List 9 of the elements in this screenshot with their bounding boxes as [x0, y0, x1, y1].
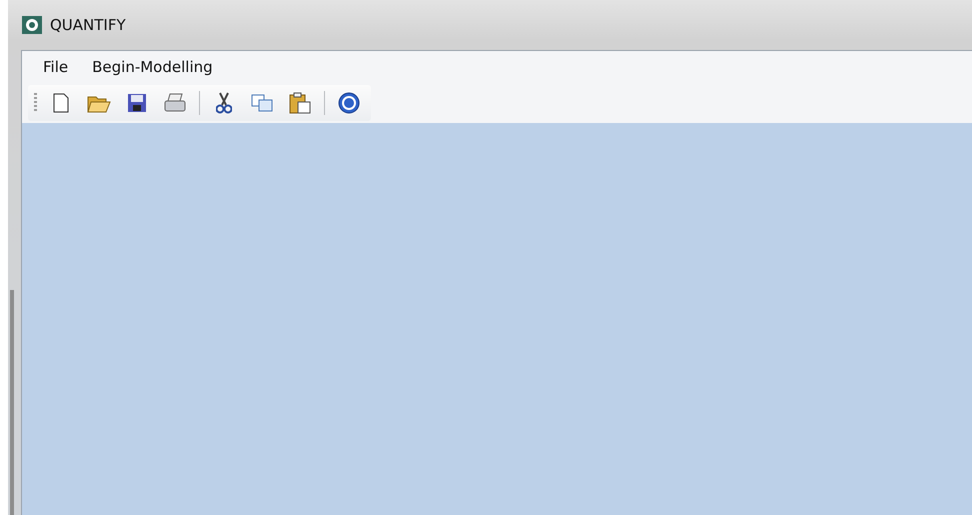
scissors-icon[interactable]	[216, 92, 232, 114]
window-title: QUANTIFY	[50, 16, 126, 34]
printer-icon[interactable]	[164, 93, 186, 113]
new-document-icon[interactable]	[53, 93, 69, 113]
menu-item[interactable]: File	[34, 55, 78, 79]
clipboard-icon[interactable]	[289, 92, 311, 114]
app-logo-icon	[22, 16, 42, 34]
copy-icon[interactable]	[251, 94, 273, 112]
menu-item[interactable]: Begin-Modelling	[83, 55, 222, 79]
